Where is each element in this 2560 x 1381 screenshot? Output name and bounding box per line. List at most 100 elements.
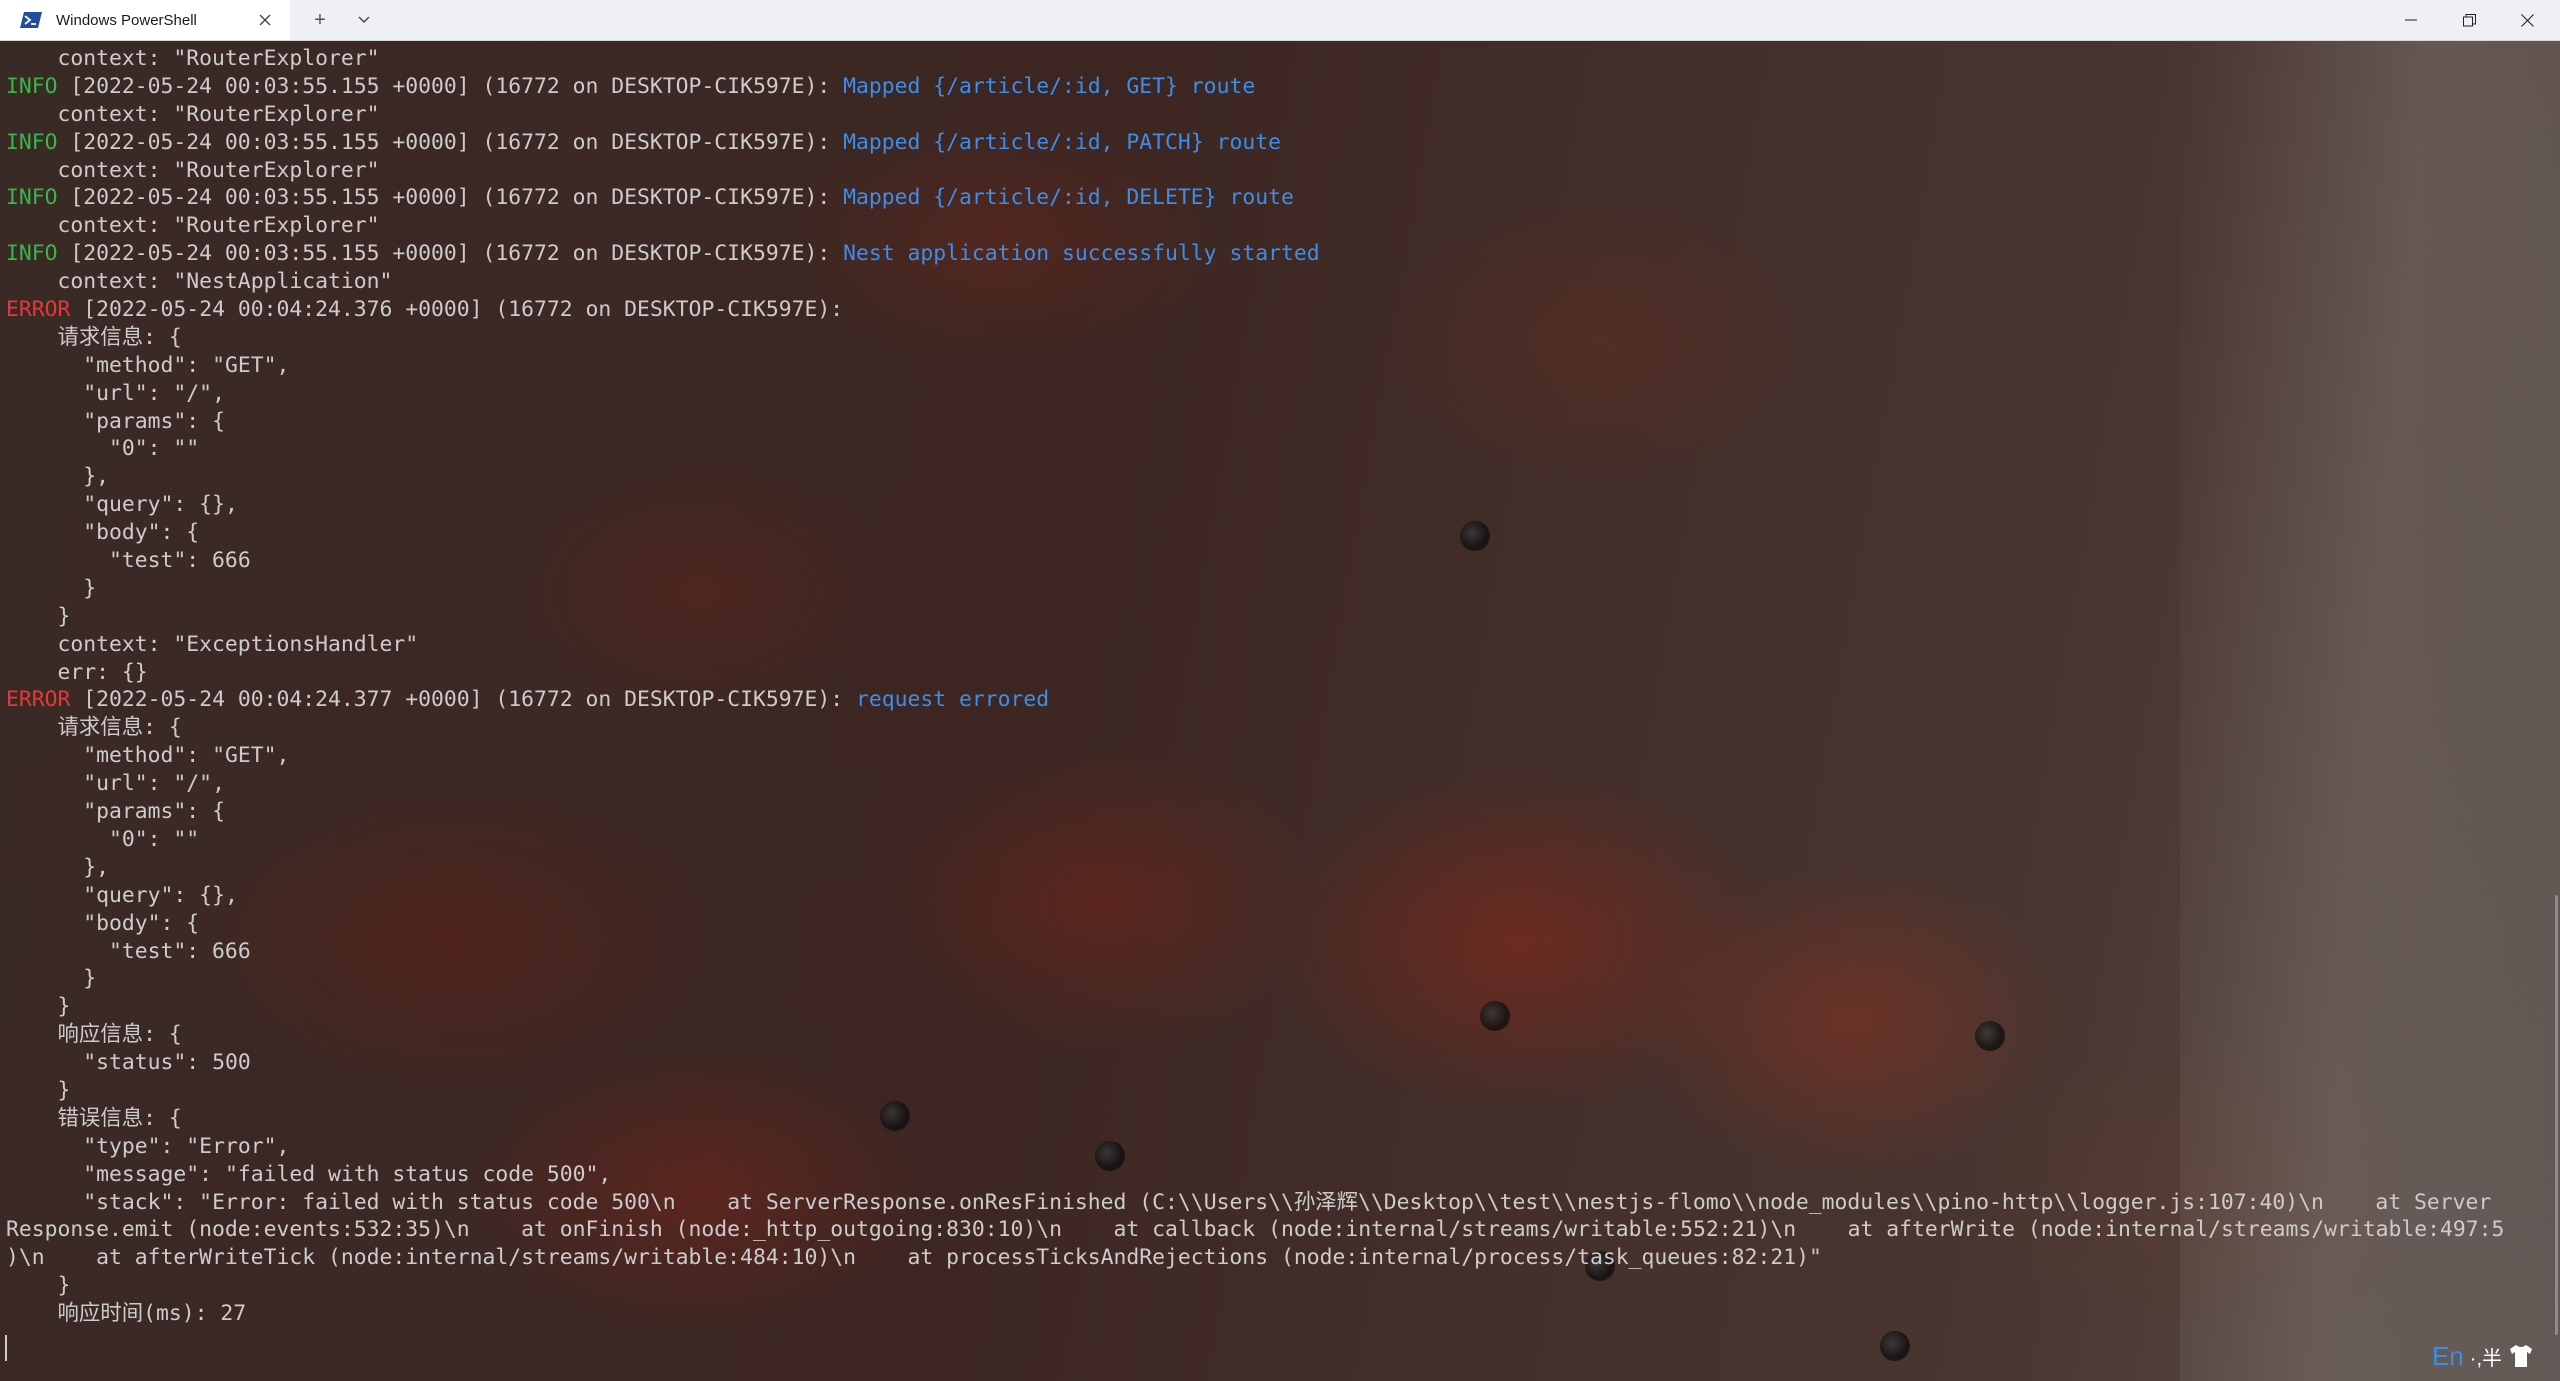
line-text: 请求信息: { [57,715,182,741]
line-text: } [57,603,71,629]
log-level: INFO [6,185,58,211]
terminal-line: context: "ExceptionsHandler" [6,631,2546,659]
background-image [1880,1331,1910,1361]
terminal-line: INFO [2022-05-24 00:03:55.155 +0000] (16… [6,73,2546,101]
tab-dropdown-button[interactable] [342,0,386,40]
scrollbar[interactable] [2555,895,2558,1335]
line-text: "body": { [83,520,200,546]
line-text: } [57,1273,71,1299]
line-text: "message": "failed with status code 500"… [83,1161,612,1187]
restore-button[interactable] [2440,0,2498,40]
close-window-button[interactable] [2498,0,2556,40]
terminal-line: 响应信息: { [6,1021,2546,1049]
terminal-line: "status": 500 [6,1049,2546,1077]
new-tab-button[interactable]: + [298,0,342,40]
line-text: "test": 666 [109,938,251,964]
terminal-line: "url": "/", [6,770,2546,798]
terminal-line: "query": {}, [6,491,2546,519]
terminal-line: 请求信息: { [6,324,2546,352]
line-text: context: "RouterExplorer" [57,46,380,71]
terminal-line: } [6,965,2546,993]
ime-mode: ·,半 [2469,1347,2502,1370]
drag-region[interactable] [386,0,2382,40]
line-text: "status": 500 [83,1050,251,1076]
terminal-pane[interactable]: context: "RouterExplorer" INFO [2022-05-2… [0,41,2560,1381]
line-text: "stack": "Error: failed with status code… [83,1189,2492,1215]
plus-icon: + [314,8,326,31]
terminal-line: context: "RouterExplorer" [6,212,2546,240]
log-level: INFO [6,73,58,99]
close-tab-icon[interactable] [254,9,276,31]
restore-icon [2462,13,2476,26]
terminal-line: INFO [2022-05-24 00:03:55.155 +0000] (16… [6,240,2546,268]
ime-indicator[interactable]: En ·,半 [2432,1341,2534,1371]
terminal-line: } [6,1077,2546,1105]
line-text: context: "RouterExplorer" [57,101,380,127]
log-level: INFO [6,129,58,155]
log-message: Mapped {/article/:id, DELETE} route [843,185,1294,211]
line-text: context: "RouterExplorer" [57,213,380,239]
terminal-line: "url": "/", [6,380,2546,408]
line-text: "url": "/", [83,380,225,406]
log-message: Mapped {/article/:id, GET} route [843,73,1256,99]
line-text: } [57,1077,71,1103]
terminal-line: "stack": "Error: failed with status code… [6,1189,2546,1217]
tab-windows-powershell[interactable]: Windows PowerShell [0,0,290,40]
terminal-line: context: "RouterExplorer" [6,101,2546,129]
line-text: Response.emit (node:events:532:35)\n at … [6,1217,2505,1243]
minimize-button[interactable] [2382,0,2440,40]
terminal-line: "method": "GET", [6,742,2546,770]
terminal-line: "test": 666 [6,547,2546,575]
terminal-line: 响应时间(ms): 27 [6,1300,2546,1328]
terminal-line: context: "RouterExplorer" [6,45,2546,73]
terminal-line: "method": "GET", [6,352,2546,380]
terminal-line: } [6,603,2546,631]
line-text: [2022-05-24 00:03:55.155 +0000] (16772 o… [57,241,844,267]
ime-language: En [2431,1340,2464,1371]
line-text: "type": "Error", [83,1133,290,1159]
line-text: "params": { [83,408,225,434]
log-level: INFO [6,241,58,267]
line-text: }, [83,854,110,880]
terminal-line: )\n at afterWriteTick (node:internal/str… [6,1244,2546,1272]
chevron-down-icon [358,16,370,23]
terminal-line: "type": "Error", [6,1133,2546,1161]
terminal-line: "params": { [6,798,2546,826]
terminal-line: INFO [2022-05-24 00:03:55.155 +0000] (16… [6,129,2546,157]
terminal-line: err: {} [6,659,2546,687]
line-text: [2022-05-24 00:03:55.155 +0000] (16772 o… [57,185,844,211]
terminal-line: 错误信息: { [6,1105,2546,1133]
terminal-line: }, [6,854,2546,882]
terminal-line: "query": {}, [6,882,2546,910]
tab-title: Windows PowerShell [56,11,197,29]
text-cursor [5,1335,7,1361]
close-icon [2520,13,2534,27]
line-text: 请求信息: { [57,324,182,350]
terminal-line: "params": { [6,408,2546,436]
line-text: } [83,966,97,992]
terminal-line: "0": "" [6,435,2546,463]
line-text: )\n at afterWriteTick (node:internal/str… [6,1245,1822,1271]
line-text: 响应时间(ms): 27 [57,1301,247,1327]
